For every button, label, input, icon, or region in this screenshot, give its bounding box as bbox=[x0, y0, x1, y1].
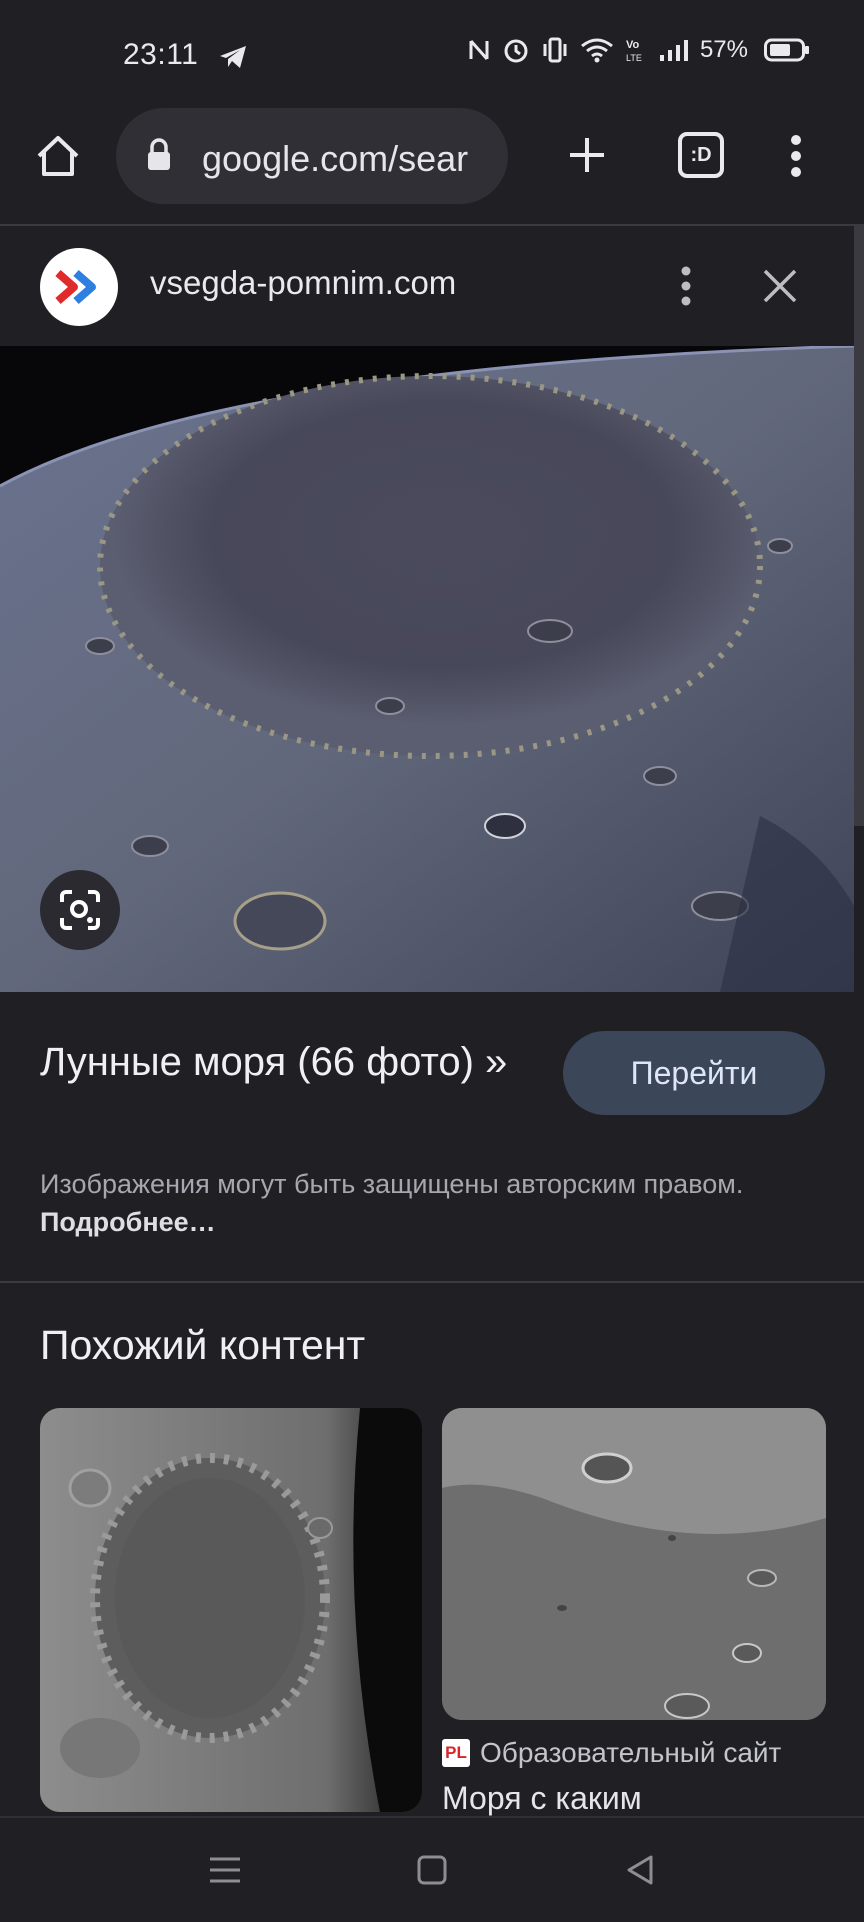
site-favicon bbox=[40, 248, 118, 326]
sheet-menu-button[interactable] bbox=[666, 258, 706, 314]
similar-image-card[interactable] bbox=[40, 1408, 422, 1812]
home-nav-button[interactable] bbox=[410, 1848, 454, 1892]
svg-text:Vo: Vo bbox=[626, 39, 640, 51]
status-bar: 23:11 Vo LTE 57% bbox=[0, 0, 864, 108]
battery-icon bbox=[764, 38, 809, 62]
nfc-icon bbox=[469, 40, 489, 60]
new-tab-button[interactable] bbox=[562, 130, 612, 180]
lens-search-icon bbox=[60, 890, 100, 930]
lock-icon bbox=[148, 138, 170, 170]
scrollbar[interactable] bbox=[854, 226, 864, 826]
address-bar[interactable]: google.com/sear bbox=[116, 108, 508, 204]
copyright-notice: Изображения могут быть защищены авторски… bbox=[40, 1165, 800, 1241]
recents-button[interactable] bbox=[203, 1848, 247, 1892]
back-button[interactable] bbox=[618, 1848, 662, 1892]
tab-switcher-button[interactable]: :D bbox=[678, 132, 724, 178]
source-name: Образовательный сайт bbox=[480, 1737, 782, 1768]
browser-toolbar: google.com/sear :D bbox=[0, 108, 864, 226]
signal-icon bbox=[659, 40, 688, 61]
site-logo-icon bbox=[55, 269, 96, 305]
moon-mare-thumbnail bbox=[442, 1408, 826, 1720]
status-time: 23:11 bbox=[123, 38, 199, 71]
result-title[interactable]: Лунные моря (66 фото) » bbox=[40, 1034, 540, 1090]
home-button[interactable] bbox=[30, 128, 86, 184]
browser-menu-button[interactable] bbox=[776, 128, 816, 184]
tab-switcher-label: :D bbox=[690, 143, 712, 166]
volte-icon: Vo LTE bbox=[626, 39, 642, 63]
similar-image-card[interactable] bbox=[442, 1408, 826, 1720]
result-source[interactable]: PL Образовательный сайт bbox=[442, 1737, 781, 1769]
copyright-text: Изображения могут быть защищены авторски… bbox=[40, 1169, 744, 1199]
visit-button[interactable]: Перейти bbox=[563, 1031, 825, 1115]
google-lens-button[interactable] bbox=[40, 870, 120, 950]
more-vert-icon bbox=[791, 135, 801, 177]
home-icon bbox=[37, 136, 79, 176]
url-text: google.com/sear bbox=[202, 138, 469, 179]
result-sheet-header: vsegda-pomnim.com bbox=[0, 226, 854, 346]
learn-more-link[interactable]: Подробнее… bbox=[40, 1207, 216, 1237]
telegram-icon bbox=[220, 46, 246, 68]
similar-content-heading: Похожий контент bbox=[40, 1322, 366, 1368]
battery-percent: 57% bbox=[699, 36, 748, 63]
moon-surface-image bbox=[0, 346, 854, 992]
square-icon bbox=[417, 1855, 447, 1885]
preview-image[interactable] bbox=[0, 346, 854, 992]
back-triangle-icon bbox=[627, 1855, 653, 1885]
source-favicon: PL bbox=[442, 1739, 470, 1767]
plus-icon bbox=[570, 138, 604, 172]
section-divider bbox=[0, 1281, 864, 1283]
similar-result-title[interactable]: Моря с каким bbox=[442, 1780, 642, 1817]
close-icon bbox=[763, 269, 797, 303]
close-button[interactable] bbox=[754, 260, 806, 312]
vibrate-icon bbox=[543, 37, 567, 63]
menu-icon bbox=[210, 1857, 240, 1883]
site-domain[interactable]: vsegda-pomnim.com bbox=[150, 264, 456, 302]
status-icons: Vo LTE 57% bbox=[468, 36, 810, 64]
svg-text:LTE: LTE bbox=[626, 53, 642, 63]
more-vert-icon bbox=[681, 266, 691, 306]
alarm-icon bbox=[504, 39, 528, 63]
wifi-icon bbox=[581, 38, 613, 63]
moon-crater-thumbnail bbox=[40, 1408, 422, 1812]
system-nav-bar bbox=[0, 1816, 864, 1922]
